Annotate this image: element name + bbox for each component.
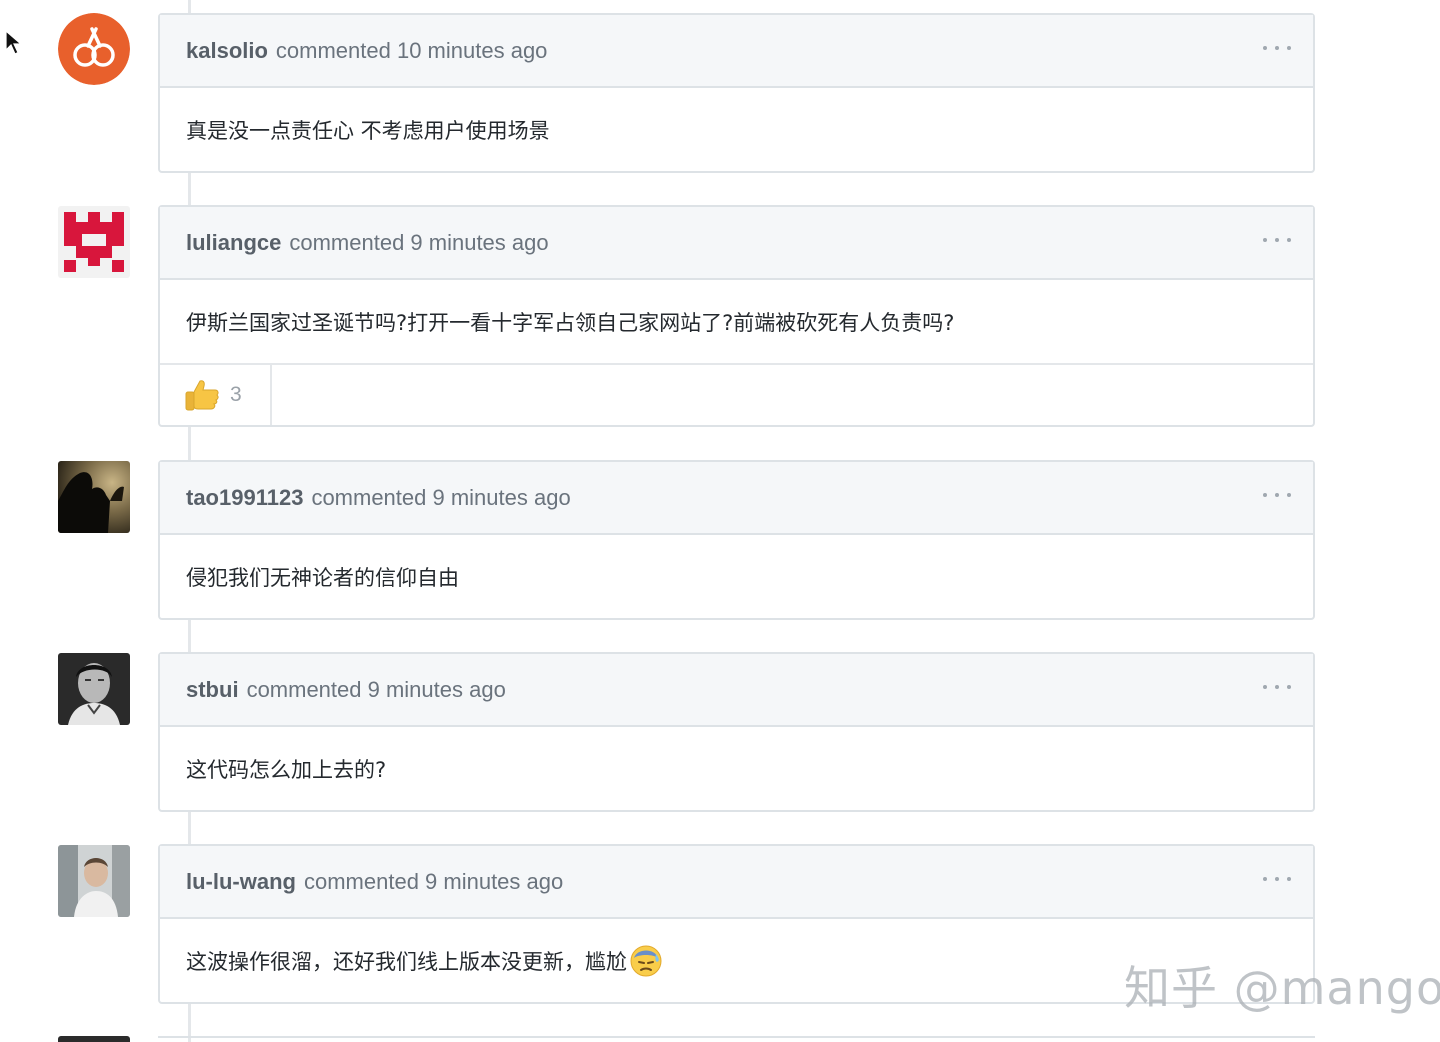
comment-header: kalsolio commented 10 minutes ago — [160, 15, 1313, 88]
comment-author[interactable]: lu-lu-wang — [186, 869, 296, 895]
more-options-icon[interactable] — [1263, 231, 1291, 249]
avatar-stbui[interactable] — [58, 653, 130, 725]
comment-author[interactable]: kalsolio — [186, 38, 268, 64]
comment-text: 这波操作很溜，还好我们线上版本没更新，尴尬 — [186, 949, 627, 974]
comment-text: 侵犯我们无神论者的信仰自由 — [186, 565, 459, 590]
avatar-kalsolio[interactable] — [58, 13, 130, 85]
comment-header: luliangce commented 9 minutes ago — [160, 207, 1313, 280]
comment-card: tao1991123 commented 9 minutes ago 侵犯我们无… — [158, 460, 1315, 620]
avatar-luliangce[interactable] — [58, 206, 130, 278]
more-options-icon[interactable] — [1263, 678, 1291, 696]
comment-body: 真是没一点责任心 不考虑用户使用场景 — [160, 88, 1313, 171]
comment-timestamp[interactable]: commented 9 minutes ago — [311, 485, 570, 511]
thumbs-up-icon — [185, 380, 219, 411]
comment-text: 伊斯兰国家过圣诞节吗?打开一看十字军占领自己家网站了?前端被砍死有人负责吗? — [186, 310, 955, 335]
comment-header: stbui commented 9 minutes ago — [160, 654, 1313, 727]
orange-circle-logo-icon — [58, 13, 130, 85]
more-options-icon[interactable] — [1263, 870, 1291, 888]
comment-timestamp[interactable]: commented 9 minutes ago — [289, 230, 548, 256]
comment-author[interactable]: stbui — [186, 677, 239, 703]
comment-body: 侵犯我们无神论者的信仰自由 — [160, 535, 1313, 618]
next-comment-partial — [158, 1036, 1315, 1042]
comment-header: lu-lu-wang commented 9 minutes ago — [160, 846, 1313, 919]
comment-body: 这代码怎么加上去的? — [160, 727, 1313, 810]
comment-text: 这代码怎么加上去的? — [186, 757, 387, 782]
thumbs-up-reaction[interactable]: 3 — [160, 365, 272, 425]
reaction-count: 3 — [230, 383, 242, 406]
sweat-face-emoji-icon — [630, 945, 662, 976]
dark-silhouette-photo-icon — [58, 461, 130, 533]
comment-header: tao1991123 commented 9 minutes ago — [160, 462, 1313, 535]
avatar-tao1991123[interactable] — [58, 461, 130, 533]
reactions-bar: 3 — [160, 363, 1313, 425]
mouse-cursor-icon — [5, 30, 23, 55]
comment-timestamp[interactable]: commented 9 minutes ago — [304, 869, 563, 895]
comment-card: stbui commented 9 minutes ago 这代码怎么加上去的? — [158, 652, 1315, 812]
more-options-icon[interactable] — [1263, 486, 1291, 504]
comment-card: kalsolio commented 10 minutes ago 真是没一点责… — [158, 13, 1315, 173]
red-pixel-identicon-icon — [58, 206, 130, 278]
avatar-lu-lu-wang[interactable] — [58, 845, 130, 917]
comment-timestamp[interactable]: commented 9 minutes ago — [247, 677, 506, 703]
light-photo-icon — [58, 845, 130, 917]
comment-text: 真是没一点责任心 不考虑用户使用场景 — [186, 118, 550, 143]
comment-body: 伊斯兰国家过圣诞节吗?打开一看十字军占领自己家网站了?前端被砍死有人负责吗? — [160, 280, 1313, 363]
comment-card: luliangce commented 9 minutes ago 伊斯兰国家过… — [158, 205, 1315, 427]
next-avatar-partial — [58, 1036, 130, 1042]
comment-timestamp[interactable]: commented 10 minutes ago — [276, 38, 548, 64]
comment-author[interactable]: luliangce — [186, 230, 281, 256]
comment-author[interactable]: tao1991123 — [186, 485, 303, 511]
zhihu-watermark: 知乎 @mango — [1124, 961, 1440, 1015]
black-white-portrait-icon — [58, 653, 130, 725]
more-options-icon[interactable] — [1263, 39, 1291, 57]
